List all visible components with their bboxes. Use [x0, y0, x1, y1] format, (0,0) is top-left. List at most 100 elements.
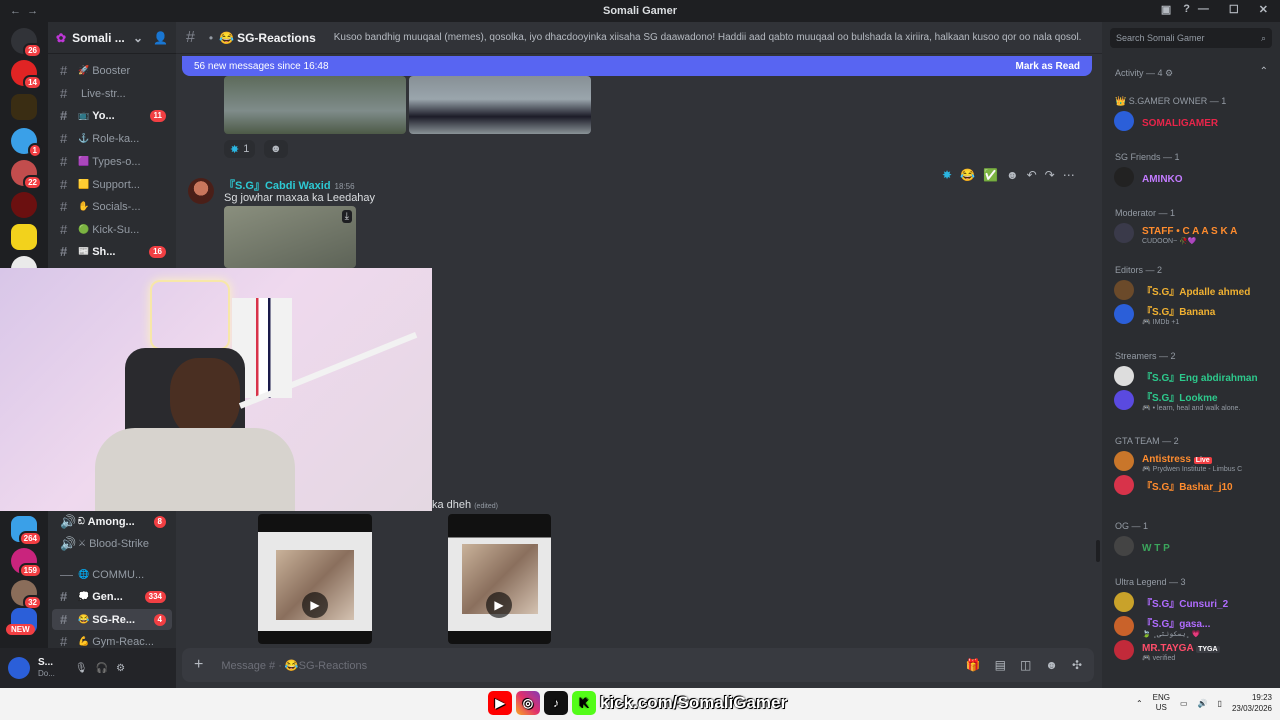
- avatar: [1114, 366, 1134, 386]
- member-row[interactable]: 『S.G』Bashar_j10: [1114, 472, 1276, 498]
- server-icon-6[interactable]: [11, 224, 37, 250]
- chevron-up-icon[interactable]: ⌃: [1260, 66, 1268, 77]
- reaction-quick-3-icon[interactable]: ✅: [983, 168, 998, 182]
- member-row[interactable]: 『S.G』Cunsuri_2: [1114, 589, 1276, 615]
- direct-messages-icon[interactable]: 26: [11, 28, 42, 58]
- message-image-1[interactable]: [224, 76, 406, 134]
- channel-emoji-icon: ⚓: [78, 133, 90, 143]
- reaction-chip[interactable]: ✸ 1: [224, 140, 256, 158]
- avatar[interactable]: [8, 657, 30, 679]
- message-image-2[interactable]: [409, 76, 591, 134]
- add-reaction-icon[interactable]: ☻: [1006, 168, 1019, 182]
- video-thumbnail-1[interactable]: ▶: [258, 514, 372, 644]
- server-icon-10[interactable]: 32: [11, 580, 42, 610]
- channel-item[interactable]: # 🚀 Booster: [52, 60, 172, 81]
- microphone-icon[interactable]: 🎙: [75, 663, 88, 674]
- scrollbar-thumb[interactable]: [1096, 540, 1100, 562]
- avatar: [1114, 451, 1134, 471]
- message-video-thumbnail[interactable]: ⤓: [224, 206, 356, 268]
- member-row[interactable]: 『S.G』Lookme 🎮 • learn, heal and walk alon…: [1114, 387, 1276, 413]
- member-row[interactable]: Antistress Live 🎮 Prydwen Institute - Lim…: [1114, 448, 1276, 474]
- member-row[interactable]: MR.TAYGA TYGA 🎮 verified: [1114, 637, 1276, 663]
- member-row[interactable]: 『S.G』gasa... 🍃 ﮼بسكونتي﮼ 💗: [1114, 613, 1276, 639]
- add-attachment-icon[interactable]: +: [194, 656, 203, 674]
- channel-item[interactable]: # 📰 Sh... 16: [52, 241, 172, 262]
- apps-icon[interactable]: ✣: [1072, 658, 1082, 672]
- reaction-quick-1-icon[interactable]: ✸: [942, 168, 952, 182]
- member-row[interactable]: W T P: [1114, 533, 1276, 559]
- gear-icon[interactable]: ⚙: [116, 663, 125, 674]
- channel-item[interactable]: # Live-str...: [52, 83, 172, 104]
- server-icon-9[interactable]: 159: [11, 548, 42, 578]
- channel-topic[interactable]: Kusoo bandhig muuqaal (memes), qosolka, …: [334, 32, 1082, 43]
- gift-icon[interactable]: 🎁: [966, 658, 981, 672]
- message-input[interactable]: Message # · 😂SG-Reactions: [221, 659, 367, 672]
- channel-emoji-icon: 📺: [78, 110, 90, 120]
- invite-icon[interactable]: 👤: [153, 31, 168, 45]
- maximize-button[interactable]: ☐: [1229, 3, 1239, 16]
- reply-icon[interactable]: ↶: [1027, 168, 1037, 182]
- channel-item[interactable]: # 😂 SG-Re... 4: [52, 609, 172, 630]
- channel-item[interactable]: 🔊 ඞ Among... 8: [52, 511, 172, 532]
- video-thumbnail-2[interactable]: ▶: [448, 514, 551, 644]
- server-icon-3[interactable]: 1: [11, 128, 42, 158]
- member-row[interactable]: 『S.G』Eng abdirahman: [1114, 363, 1276, 389]
- server-icon-2[interactable]: [11, 94, 37, 120]
- emoji-icon[interactable]: ☻: [1045, 658, 1058, 672]
- channel-item[interactable]: # 🟪 Types-o...: [52, 151, 172, 172]
- volume-icon[interactable]: 🔊: [1198, 699, 1208, 708]
- play-icon[interactable]: ▶: [302, 592, 328, 618]
- message-avatar[interactable]: [188, 178, 214, 204]
- new-messages-bar[interactable]: 56 new messages since 16:48 Mark as Read: [182, 56, 1092, 76]
- member-row[interactable]: SOMALIGAMER: [1114, 108, 1276, 134]
- channel-emoji-icon: ✋: [78, 201, 90, 211]
- member-row[interactable]: 『S.G』Banana 🎮 IMDb +1: [1114, 301, 1276, 327]
- channel-type-icon: #: [60, 612, 68, 627]
- user-panel: S... Do... 🎙 🎧 ⚙: [0, 648, 176, 688]
- download-icon[interactable]: ⤓: [341, 210, 352, 223]
- battery-icon[interactable]: ▯: [1218, 699, 1222, 708]
- minimize-button[interactable]: —: [1198, 3, 1209, 16]
- network-icon[interactable]: ▭: [1180, 699, 1188, 708]
- message-author[interactable]: 『S.G』Cabdi Waxid 18:56: [224, 177, 355, 193]
- channel-item[interactable]: # ⚓ Role-ka...: [52, 128, 172, 149]
- add-reaction-button[interactable]: ☻: [264, 140, 288, 158]
- server-icon-5[interactable]: [11, 192, 37, 218]
- server-icon-1[interactable]: 14: [11, 60, 42, 90]
- channel-item[interactable]: # 🟨 Support...: [52, 174, 172, 195]
- more-icon[interactable]: ⋯: [1063, 168, 1075, 182]
- chevron-down-icon[interactable]: ⌄: [133, 31, 143, 45]
- language-indicator[interactable]: ENG US: [1153, 693, 1170, 713]
- channel-item[interactable]: # 💭 Gen... 334: [52, 586, 172, 607]
- server-icon-8[interactable]: 264: [11, 516, 42, 546]
- forward-icon[interactable]: ↷: [1045, 168, 1055, 182]
- gif-icon[interactable]: ▤: [995, 658, 1006, 672]
- close-button[interactable]: ✕: [1259, 3, 1268, 16]
- search-input[interactable]: Search Somali Gamer ⌕: [1110, 28, 1272, 48]
- channel-item[interactable]: # 🟢 Kick-Su...: [52, 219, 172, 240]
- channel-item[interactable]: 🔊 ⚔ Blood-Strike: [52, 533, 172, 554]
- sticker-icon[interactable]: ◫: [1020, 658, 1031, 672]
- member-status: 🎮 verified: [1142, 654, 1176, 662]
- headphones-icon[interactable]: 🎧: [96, 663, 108, 674]
- member-group-header: Editors — 2: [1115, 265, 1163, 275]
- inbox-icon[interactable]: ▣: [1161, 3, 1171, 16]
- category-header[interactable]: — 🌐 COMMU...: [52, 564, 172, 585]
- channel-item[interactable]: # 📺 Yo... 11: [52, 105, 172, 126]
- channel-item[interactable]: # ✋ Socials-...: [52, 196, 172, 217]
- server-header[interactable]: ✿ Somali ... ⌄ 👤: [48, 22, 176, 54]
- back-forward-arrows[interactable]: ← →: [10, 5, 38, 17]
- member-row[interactable]: STAFF • C A A S K A CUDOON~ 🥀💜: [1114, 220, 1276, 246]
- help-icon[interactable]: ?: [1183, 3, 1190, 16]
- mark-as-read-button[interactable]: Mark as Read: [1016, 61, 1080, 72]
- member-row[interactable]: AMINKO: [1114, 164, 1276, 190]
- message-composer[interactable]: + Message # · 😂SG-Reactions 🎁 ▤ ◫ ☻ ✣: [182, 648, 1094, 682]
- server-icon-4[interactable]: 22: [11, 160, 42, 190]
- clock[interactable]: 19:23 23/03/2026: [1232, 692, 1272, 714]
- member-group-header: GTA TEAM — 2: [1115, 436, 1179, 446]
- play-icon[interactable]: ▶: [486, 592, 512, 618]
- reaction-quick-2-icon[interactable]: 😂: [960, 168, 975, 182]
- member-row[interactable]: 『S.G』Apdalle ahmed: [1114, 277, 1276, 303]
- activity-header[interactable]: Activity — 4 ⚙: [1115, 68, 1173, 79]
- chevron-up-tray-icon[interactable]: ⌃: [1136, 699, 1143, 708]
